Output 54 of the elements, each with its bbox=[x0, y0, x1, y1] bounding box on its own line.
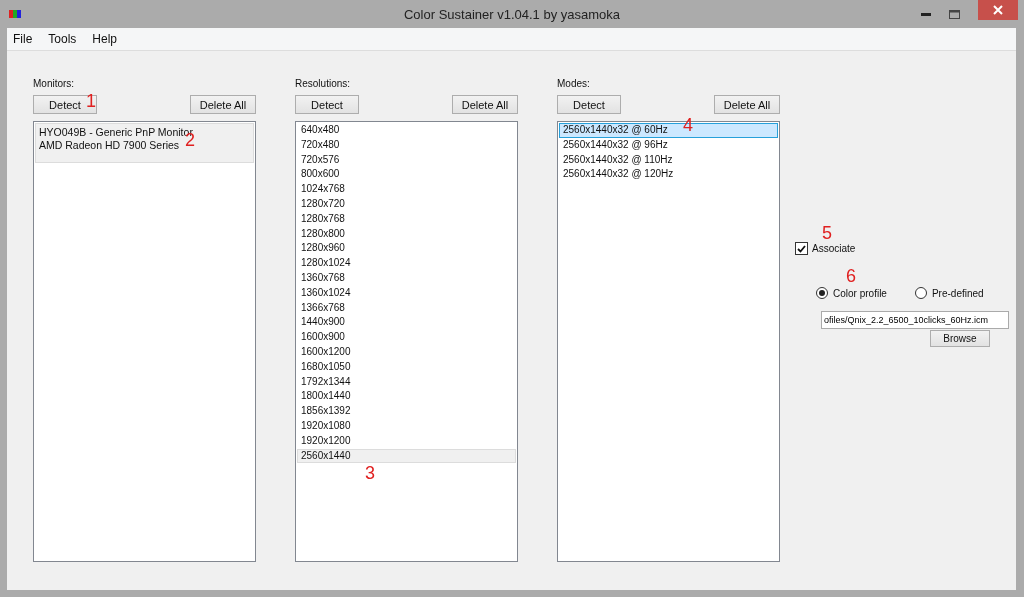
list-item[interactable]: 1800x1440 bbox=[297, 389, 516, 405]
list-item[interactable]: 1920x1080 bbox=[297, 418, 516, 434]
delete-all-button[interactable]: Delete All bbox=[452, 95, 518, 114]
list-item[interactable]: 1280x768 bbox=[297, 211, 516, 227]
app-icon bbox=[9, 10, 21, 18]
list-item[interactable]: 1920x1200 bbox=[297, 433, 516, 449]
panel-label: Modes: bbox=[557, 78, 591, 91]
list-item[interactable]: 1792x1344 bbox=[297, 374, 516, 390]
annotation-number: 5 bbox=[822, 223, 832, 243]
list-item[interactable]: 1440x900 bbox=[297, 315, 516, 331]
radio-label: Color profile bbox=[833, 287, 887, 299]
panel-label: Resolutions: bbox=[295, 78, 352, 91]
profile-path-field[interactable]: ofiles/Qnix_2.2_6500_10clicks_60Hz.icm bbox=[821, 311, 1009, 329]
list-item[interactable]: 1024x768 bbox=[297, 182, 516, 197]
list-item[interactable]: 1366x768 bbox=[297, 300, 516, 316]
list-item[interactable]: 720x576 bbox=[297, 152, 516, 168]
list-item[interactable]: 2560x1440 bbox=[297, 448, 516, 464]
menu-item[interactable]: Help bbox=[92, 32, 118, 46]
delete-all-button[interactable]: Delete All bbox=[190, 95, 256, 114]
menu-item[interactable]: File bbox=[13, 32, 33, 46]
list-item[interactable]: 1280x800 bbox=[297, 226, 516, 242]
list-item[interactable]: 1856x1392 bbox=[297, 404, 516, 419]
checkbox-label: Associate bbox=[812, 243, 856, 254]
radio-label: Pre-defined bbox=[931, 287, 984, 299]
list-item[interactable]: 1360x1024 bbox=[297, 285, 516, 301]
delete-all-button[interactable]: Delete All bbox=[714, 95, 780, 114]
radio-button[interactable] bbox=[914, 287, 927, 299]
associate-checkbox[interactable] bbox=[795, 242, 808, 255]
list-item[interactable]: 2560x1440x32 @ 120Hz bbox=[559, 167, 778, 183]
minimize-icon[interactable] bbox=[921, 12, 931, 16]
list-item[interactable]: 720x480 bbox=[297, 137, 516, 153]
browse-button[interactable]: Browse bbox=[930, 330, 990, 347]
list-item[interactable]: 1360x768 bbox=[297, 270, 516, 286]
annotation-number: 6 bbox=[846, 266, 856, 286]
list-item[interactable]: 1280x1024 bbox=[297, 256, 516, 271]
maximize-icon[interactable] bbox=[949, 9, 960, 19]
annotation-number: 3 bbox=[365, 463, 375, 483]
list-item[interactable]: 800x600 bbox=[297, 167, 516, 183]
list-item[interactable]: 2560x1440x32 @ 96Hz bbox=[559, 137, 778, 153]
list-item[interactable]: 1680x1050 bbox=[297, 359, 516, 375]
list-item[interactable]: 2560x1440x32 @ 110Hz bbox=[559, 152, 778, 168]
window-title: Color Sustainer v1.04.1 by yasamoka bbox=[402, 6, 622, 22]
list-item[interactable]: 1280x720 bbox=[297, 197, 516, 212]
list-item[interactable]: 1600x900 bbox=[297, 330, 516, 345]
panel-label: Monitors: bbox=[33, 78, 76, 91]
list-item[interactable]: 1600x1200 bbox=[297, 344, 516, 360]
close-icon bbox=[993, 5, 1003, 15]
menu-item[interactable]: Tools bbox=[48, 32, 77, 46]
close-button[interactable] bbox=[978, 0, 1018, 20]
detect-button[interactable]: Detect bbox=[295, 95, 359, 114]
radio-button[interactable] bbox=[816, 287, 828, 299]
list-item[interactable]: 1280x960 bbox=[297, 241, 516, 257]
list-item[interactable]: 640x480 bbox=[297, 123, 516, 138]
detect-button[interactable]: Detect bbox=[557, 95, 621, 114]
